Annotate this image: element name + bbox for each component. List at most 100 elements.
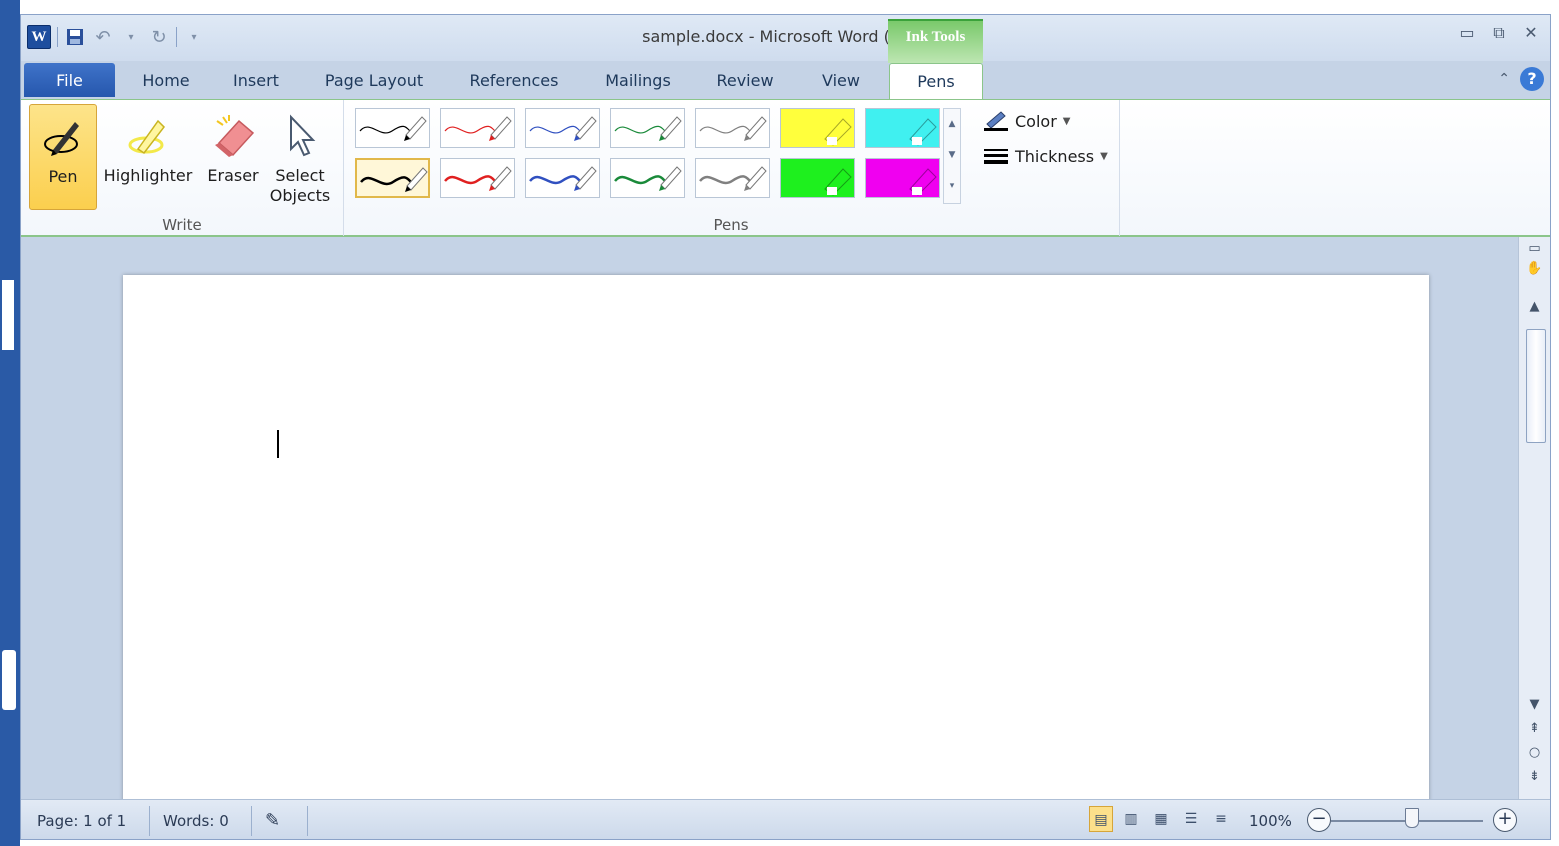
zoom-in-button[interactable]: + [1493, 808, 1517, 832]
pen-swatch[interactable] [355, 158, 430, 198]
tab-file[interactable]: File [24, 63, 115, 97]
select-objects-button[interactable]: Select Objects [267, 104, 333, 208]
cursor-arrow-icon [267, 104, 333, 166]
highlighter-icon [99, 104, 197, 166]
proofing-icon[interactable]: ✎ [265, 808, 280, 834]
eraser-icon [203, 104, 263, 166]
zoom-out-button[interactable]: − [1307, 808, 1331, 832]
thickness-chevron-down-icon: ▼ [1100, 150, 1108, 162]
gallery-scroll-up-icon[interactable]: ▲ [944, 109, 960, 140]
redo-icon[interactable]: ↻ [148, 26, 170, 48]
ribbon: Pen Highlighter Eraser Select Objects Wr… [21, 99, 1550, 237]
undo-icon[interactable]: ↶ [92, 26, 114, 48]
status-separator [307, 806, 308, 836]
highlighter-swatch[interactable] [865, 158, 940, 198]
save-icon[interactable] [64, 26, 86, 48]
write-group: Pen Highlighter Eraser Select Objects Wr… [21, 100, 344, 236]
highlighter-swatch[interactable] [780, 158, 855, 198]
full-screen-reading-icon[interactable]: ▥ [1119, 806, 1143, 832]
pen-swatch[interactable] [440, 158, 515, 198]
tab-page-layout[interactable]: Page Layout [317, 63, 431, 97]
customize-qat-icon[interactable]: ▾ [183, 26, 205, 48]
pens-group: ▲ ▼ ▾ Color ▼ Thickness ▼ Pens [343, 100, 1120, 236]
text-caret [277, 430, 279, 458]
ribbon-tab-bar: File Home Insert Page Layout References … [21, 61, 1550, 100]
tab-review[interactable]: Review [709, 63, 781, 97]
thickness-dropdown[interactable]: Thickness ▼ [983, 146, 1108, 166]
pen-swatch[interactable] [525, 108, 600, 148]
pen-icon [30, 105, 96, 167]
title-bar: W ↶ ▾ ↻ ▾ sample.docx - Microsoft Word (… [21, 15, 1550, 63]
gallery-scroll-down-icon[interactable]: ▼ [944, 140, 960, 171]
highlighter-swatch[interactable] [865, 108, 940, 148]
color-dropdown[interactable]: Color ▼ [983, 110, 1070, 132]
page-count[interactable]: Page: 1 of 1 [37, 808, 126, 834]
window-controls: ▭ ⧉ ✕ [1456, 23, 1542, 43]
word-window: W ↶ ▾ ↻ ▾ sample.docx - Microsoft Word (… [20, 14, 1551, 840]
thickness-icon [984, 149, 1008, 164]
highlighter-label: Highlighter [103, 166, 193, 185]
document-area [21, 237, 1518, 815]
pen-swatch[interactable] [610, 108, 685, 148]
highlighter-button[interactable]: Highlighter [99, 104, 197, 208]
minimize-ribbon-icon[interactable]: ⌃ [1498, 71, 1510, 87]
pen-color-icon [984, 111, 1008, 131]
pen-swatch[interactable] [610, 158, 685, 198]
tab-mailings[interactable]: Mailings [595, 63, 681, 97]
pen-swatch[interactable] [525, 158, 600, 198]
view-buttons: ▤ ▥ ▦ ☰ ≡ [1089, 806, 1233, 832]
scroll-thumb[interactable] [1526, 329, 1546, 443]
next-page-icon[interactable]: ⇟ [1519, 769, 1550, 791]
tab-view[interactable]: View [811, 63, 871, 97]
restore-icon[interactable]: ⧉ [1488, 23, 1510, 43]
help-icon[interactable]: ? [1520, 67, 1544, 91]
eraser-button[interactable]: Eraser [203, 104, 263, 208]
status-separator [149, 806, 150, 836]
status-bar: Page: 1 of 1 Words: 0 ✎ ▤ ▥ ▦ ☰ ≡ 100% −… [21, 799, 1550, 839]
tab-references[interactable]: References [461, 63, 567, 97]
minimize-icon[interactable]: ▭ [1456, 23, 1478, 43]
hand-icon[interactable]: ✋ [1519, 261, 1550, 283]
pen-swatch[interactable] [355, 108, 430, 148]
pen-label: Pen [48, 167, 78, 186]
undo-dropdown-icon[interactable]: ▾ [120, 26, 142, 48]
print-layout-icon[interactable]: ▤ [1089, 806, 1113, 832]
vertical-scrollbar[interactable]: ▭ ✋ ▲ ▼ ⇞ ○ ⇟ [1518, 237, 1550, 799]
zoom-level[interactable]: 100% [1249, 808, 1292, 834]
ink-tools-context-header: Ink Tools [888, 19, 983, 63]
web-layout-icon[interactable]: ▦ [1149, 806, 1173, 832]
tab-insert[interactable]: Insert [223, 63, 289, 97]
zoom-slider-thumb[interactable] [1405, 808, 1419, 828]
pen-swatch[interactable] [695, 158, 770, 198]
pen-swatch[interactable] [440, 108, 515, 148]
color-label: Color [1015, 111, 1057, 131]
pen-swatch[interactable] [695, 108, 770, 148]
status-separator [251, 806, 252, 836]
tab-home[interactable]: Home [131, 63, 201, 97]
thickness-label: Thickness [1015, 146, 1095, 166]
view-ruler-icon[interactable]: ▭ [1519, 241, 1550, 263]
document-page[interactable] [123, 275, 1429, 815]
tabbar-right: ⌃ ? [1498, 67, 1544, 91]
qat-separator [176, 27, 177, 47]
color-chevron-down-icon: ▼ [1062, 115, 1071, 127]
word-logo-icon[interactable]: W [27, 25, 51, 49]
desktop-item [2, 280, 14, 350]
pens-gallery [355, 108, 975, 204]
qat-separator [57, 27, 58, 47]
outline-icon[interactable]: ☰ [1179, 806, 1203, 832]
select-browse-object-icon[interactable]: ○ [1519, 745, 1550, 767]
tab-pens[interactable]: Pens [889, 63, 983, 100]
close-icon[interactable]: ✕ [1520, 23, 1542, 43]
gallery-scroll: ▲ ▼ ▾ [943, 108, 961, 204]
pens-group-label: Pens [713, 216, 749, 234]
word-count[interactable]: Words: 0 [163, 808, 229, 834]
scroll-down-icon[interactable]: ▼ [1519, 697, 1550, 719]
highlighter-swatch[interactable] [780, 108, 855, 148]
pen-button[interactable]: Pen [29, 104, 97, 210]
window-title: sample.docx - Microsoft Word (Trial) [642, 27, 929, 46]
gallery-more-icon[interactable]: ▾ [944, 171, 960, 202]
previous-page-icon[interactable]: ⇞ [1519, 721, 1550, 743]
draft-icon[interactable]: ≡ [1209, 806, 1233, 832]
scroll-up-icon[interactable]: ▲ [1519, 299, 1550, 321]
